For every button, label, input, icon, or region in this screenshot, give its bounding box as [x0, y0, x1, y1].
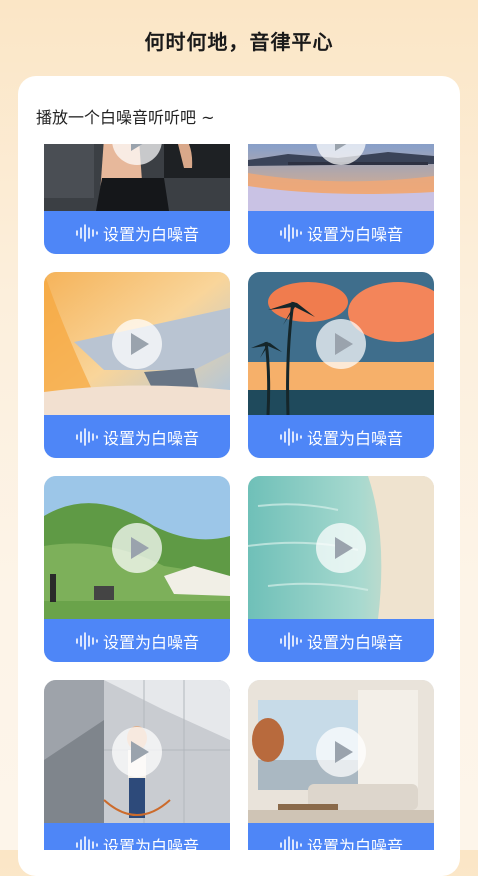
play-button[interactable]: [112, 523, 162, 573]
play-icon: [335, 741, 353, 763]
play-icon: [131, 741, 149, 763]
white-noise-card[interactable]: 设置为白噪音: [248, 476, 434, 662]
play-icon: [335, 537, 353, 559]
white-noise-card[interactable]: 设置为白噪音: [44, 272, 230, 458]
set-white-noise-button[interactable]: 设置为白噪音: [44, 619, 230, 662]
action-label: 设置为白噪音: [306, 836, 403, 851]
white-noise-card[interactable]: 设置为白噪音: [44, 476, 230, 662]
sound-wave-icon: [76, 835, 98, 850]
white-noise-card[interactable]: 设置为白噪音: [44, 680, 230, 850]
play-icon: [335, 144, 347, 151]
white-noise-panel: 播放一个白噪音听听吧 ~ 设置为白噪音 设置为白噪音 设置为白噪音 设置为白噪音…: [18, 76, 460, 876]
sound-wave-icon: [76, 223, 98, 242]
action-label: 设置为白噪音: [102, 428, 199, 448]
sound-wave-icon: [280, 223, 302, 242]
sound-wave-icon: [76, 427, 98, 446]
play-icon: [131, 144, 143, 151]
sound-wave-icon: [76, 631, 98, 650]
play-button[interactable]: [316, 144, 366, 165]
action-label: 设置为白噪音: [102, 836, 199, 851]
set-white-noise-button[interactable]: 设置为白噪音: [248, 823, 434, 850]
play-button[interactable]: [112, 319, 162, 369]
sound-wave-icon: [280, 427, 302, 446]
set-white-noise-button[interactable]: 设置为白噪音: [248, 619, 434, 662]
set-white-noise-button[interactable]: 设置为白噪音: [44, 211, 230, 254]
white-noise-card[interactable]: 设置为白噪音: [248, 680, 434, 850]
action-label: 设置为白噪音: [102, 632, 199, 652]
set-white-noise-button[interactable]: 设置为白噪音: [44, 823, 230, 850]
set-white-noise-button[interactable]: 设置为白噪音: [248, 211, 434, 254]
action-label: 设置为白噪音: [306, 224, 403, 244]
sound-wave-icon: [280, 835, 302, 850]
play-icon: [131, 537, 149, 559]
white-noise-card[interactable]: 设置为白噪音: [248, 144, 434, 254]
sound-wave-icon: [280, 631, 302, 650]
play-icon: [131, 333, 149, 355]
set-white-noise-button[interactable]: 设置为白噪音: [44, 415, 230, 458]
white-noise-grid[interactable]: 设置为白噪音 设置为白噪音 设置为白噪音 设置为白噪音 设置为白噪音 设置为白噪…: [18, 144, 460, 850]
action-label: 设置为白噪音: [306, 632, 403, 652]
play-icon: [335, 333, 353, 355]
app-title: 何时何地，音律平心: [144, 30, 334, 54]
white-noise-card[interactable]: 设置为白噪音: [248, 272, 434, 458]
action-label: 设置为白噪音: [306, 428, 403, 448]
play-button[interactable]: [316, 727, 366, 777]
action-label: 设置为白噪音: [102, 224, 199, 244]
set-white-noise-button[interactable]: 设置为白噪音: [248, 415, 434, 458]
play-button[interactable]: [316, 319, 366, 369]
play-button[interactable]: [112, 727, 162, 777]
play-button[interactable]: [112, 144, 162, 165]
play-button[interactable]: [316, 523, 366, 573]
panel-heading: 播放一个白噪音听听吧 ~: [36, 108, 215, 127]
white-noise-card[interactable]: 设置为白噪音: [44, 144, 230, 254]
